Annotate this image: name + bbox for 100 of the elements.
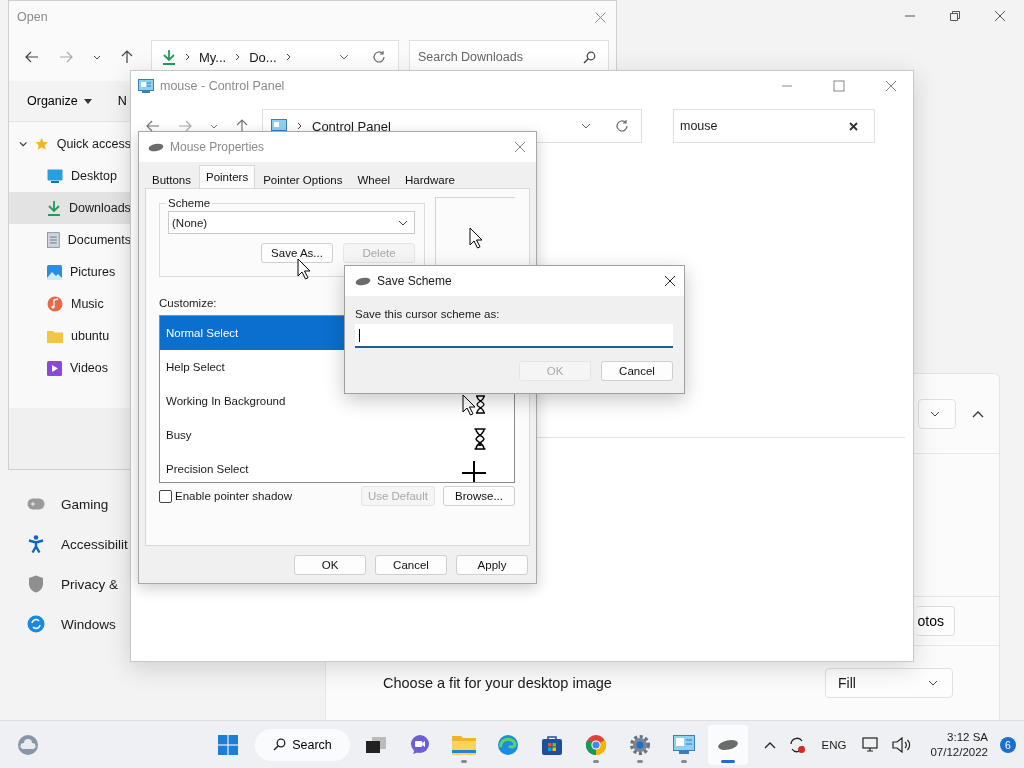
customize-label: Customize: xyxy=(159,297,218,309)
browser-icon xyxy=(585,733,607,756)
running-indicator xyxy=(721,759,735,763)
back-arrow-icon[interactable] xyxy=(146,120,160,132)
refresh-icon[interactable] xyxy=(615,119,629,133)
nav-item[interactable]: Accessibilit xyxy=(0,524,128,564)
breadcrumb[interactable]: Do... xyxy=(249,49,277,65)
fit-label: Choose a fit for your desktop image xyxy=(383,675,612,691)
control-panel-icon xyxy=(673,734,695,755)
window-title: Mouse Properties xyxy=(170,140,265,154)
volume-icon[interactable] xyxy=(892,736,913,753)
music-icon xyxy=(47,296,63,312)
tree-item[interactable]: Quick access xyxy=(9,128,131,160)
window-title: mouse - Control Panel xyxy=(160,79,285,93)
list-item[interactable]: Busy xyxy=(160,418,514,452)
up-arrow-icon[interactable] xyxy=(236,119,248,133)
name-input-field[interactable] xyxy=(355,324,673,348)
close-icon[interactable] xyxy=(664,275,676,287)
browse-button[interactable]: Browse... xyxy=(443,486,515,506)
language-indicator[interactable]: ENG xyxy=(821,738,847,751)
window-title: Open xyxy=(17,10,48,24)
tree-item[interactable]: ubuntu xyxy=(9,320,131,352)
picture-icon xyxy=(47,264,62,280)
clock-time[interactable]: 3:12 SA xyxy=(947,729,988,745)
back-arrow-icon[interactable] xyxy=(25,51,39,63)
breadcrumb[interactable]: Control Panel xyxy=(312,118,391,134)
tab[interactable]: Wheel xyxy=(350,168,398,188)
chevron-right-icon xyxy=(185,53,190,61)
organize-button[interactable]: Organize xyxy=(27,94,92,108)
fit-dropdown[interactable]: Fill xyxy=(825,668,953,698)
chevron-up-icon[interactable] xyxy=(972,409,984,418)
chevron-down-icon[interactable] xyxy=(210,123,218,129)
shield-icon xyxy=(27,575,45,593)
document-icon xyxy=(47,232,60,248)
dialog-button[interactable]: Apply xyxy=(456,555,528,575)
dialog-button[interactable]: Cancel xyxy=(375,555,447,575)
breadcrumb[interactable]: My... xyxy=(199,49,227,65)
running-indicator xyxy=(593,759,599,763)
chevron-down-icon[interactable] xyxy=(93,54,101,60)
folder-icon xyxy=(452,734,476,755)
nav-item[interactable]: Gaming xyxy=(0,484,109,524)
chevron-icon xyxy=(19,141,28,147)
close-icon[interactable] xyxy=(994,10,1006,22)
search-button[interactable]: Search xyxy=(255,728,350,761)
list-item[interactable]: Precision Select xyxy=(160,452,514,482)
tree-item[interactable]: Downloads xyxy=(9,192,131,224)
tab[interactable]: Pointers xyxy=(199,165,256,188)
tree-item[interactable]: Desktop xyxy=(9,160,131,192)
busy-arrow-cursor-icon xyxy=(462,394,486,416)
accessibility-icon xyxy=(27,535,45,553)
chat-icon xyxy=(409,733,431,756)
tree-item[interactable]: Pictures xyxy=(9,256,131,288)
start-icon xyxy=(218,734,238,755)
mouse-icon xyxy=(717,738,739,751)
desktop-icon xyxy=(47,169,63,183)
chevron-down-icon xyxy=(930,410,940,417)
chevron-down-icon[interactable] xyxy=(339,54,349,60)
dialog-button[interactable]: OK xyxy=(294,555,366,575)
download-icon xyxy=(162,49,176,65)
hourglass-icon xyxy=(474,428,486,450)
task-view-icon xyxy=(365,735,387,754)
notification-badge[interactable]: 6 xyxy=(1000,736,1016,753)
network-icon[interactable] xyxy=(862,736,881,753)
new-folder-button[interactable]: N xyxy=(117,94,127,108)
nav-item[interactable]: Windows xyxy=(0,604,116,644)
pointer-shadow-checkbox[interactable]: Enable pointer shadow xyxy=(159,489,292,503)
chevron-down-icon[interactable] xyxy=(581,123,591,129)
mouse-icon xyxy=(148,142,164,152)
tree-item[interactable]: Videos xyxy=(9,352,131,384)
browser-icon xyxy=(497,733,519,756)
clock-date[interactable]: 07/12/2022 xyxy=(930,744,988,760)
up-arrow-icon[interactable] xyxy=(121,50,133,64)
refresh-icon[interactable] xyxy=(372,50,386,64)
chevron-right-icon xyxy=(297,122,302,130)
crosshair-icon xyxy=(462,461,486,482)
sync-icon[interactable] xyxy=(787,735,806,754)
weather-icon[interactable] xyxy=(17,733,39,756)
tree-item[interactable]: Documents xyxy=(9,224,131,256)
restore-icon[interactable] xyxy=(949,10,961,22)
running-indicator xyxy=(637,759,643,763)
window-title: Save Scheme xyxy=(377,274,452,288)
settings-icon xyxy=(629,733,651,756)
search-field[interactable]: mouse xyxy=(673,109,875,143)
running-indicator xyxy=(681,759,687,763)
tab[interactable]: Pointer Options xyxy=(256,168,350,188)
tab[interactable]: Hardware xyxy=(398,168,462,188)
video-icon xyxy=(47,360,62,376)
photos-button[interactable]: otos xyxy=(915,606,955,636)
tab[interactable]: Buttons xyxy=(145,168,198,188)
cancel-button[interactable]: Cancel xyxy=(601,361,673,381)
chevron-down-icon xyxy=(928,680,938,686)
shopping-bag-icon xyxy=(541,733,563,756)
scheme-dropdown[interactable]: (None) xyxy=(168,211,415,234)
tree-item[interactable]: Music xyxy=(9,288,131,320)
chevron-up-icon[interactable] xyxy=(763,740,776,749)
nav-item[interactable]: Privacy & xyxy=(0,564,118,604)
chevron-down-icon xyxy=(398,219,408,226)
clear-icon[interactable] xyxy=(849,121,858,131)
caret-icon xyxy=(83,98,92,104)
save-as-button[interactable]: Save As... xyxy=(261,243,333,263)
